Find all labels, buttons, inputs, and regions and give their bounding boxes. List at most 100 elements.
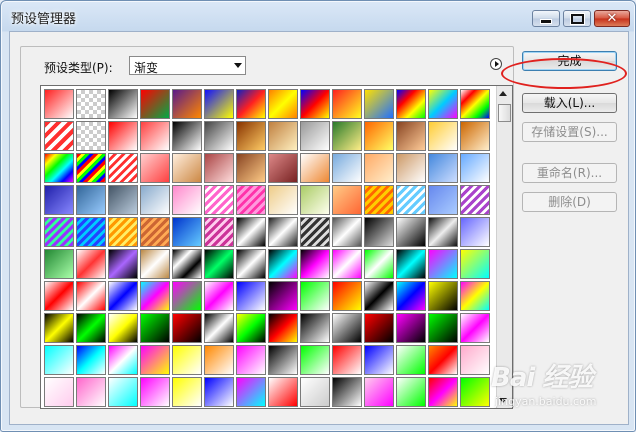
gradient-swatch[interactable] — [268, 217, 298, 247]
gradient-swatch[interactable] — [364, 377, 394, 407]
gradient-swatch[interactable] — [332, 217, 362, 247]
gradient-swatch[interactable] — [172, 153, 202, 183]
gradient-swatch[interactable] — [428, 281, 458, 311]
gradient-swatch[interactable] — [460, 249, 490, 279]
gradient-swatch[interactable] — [364, 281, 394, 311]
gradient-swatch[interactable] — [108, 281, 138, 311]
save-settings-button[interactable]: 存储设置(S)... — [522, 122, 617, 142]
gradient-swatch[interactable] — [236, 89, 266, 119]
gradient-swatch[interactable] — [460, 345, 490, 375]
gradient-swatch[interactable] — [76, 89, 106, 119]
gradient-swatch[interactable] — [460, 121, 490, 151]
gradient-swatch[interactable] — [428, 377, 458, 407]
flyout-menu-icon[interactable] — [490, 58, 502, 70]
gradient-swatch[interactable] — [76, 249, 106, 279]
gradient-swatch[interactable] — [300, 281, 330, 311]
gradient-swatch[interactable] — [364, 249, 394, 279]
gradient-swatch[interactable] — [300, 153, 330, 183]
gradient-swatch[interactable] — [300, 217, 330, 247]
gradient-swatch[interactable] — [268, 377, 298, 407]
gradient-swatch[interactable] — [204, 345, 234, 375]
gradient-preset-grid[interactable] — [40, 85, 513, 409]
gradient-swatch[interactable] — [172, 249, 202, 279]
title-bar[interactable]: 预设管理器 ✕ — [1, 1, 635, 31]
gradient-swatch[interactable] — [460, 89, 490, 119]
gradient-swatch[interactable] — [332, 281, 362, 311]
gradient-swatch[interactable] — [172, 217, 202, 247]
gradient-swatch[interactable] — [332, 345, 362, 375]
scrollbar-thumb[interactable] — [498, 104, 511, 122]
gradient-swatch[interactable] — [76, 185, 106, 215]
gradient-swatch[interactable] — [204, 217, 234, 247]
gradient-swatch[interactable] — [172, 313, 202, 343]
gradient-swatch[interactable] — [268, 249, 298, 279]
gradient-swatch[interactable] — [236, 217, 266, 247]
gradient-swatch[interactable] — [140, 153, 170, 183]
gradient-swatch[interactable] — [108, 217, 138, 247]
gradient-swatch[interactable] — [172, 377, 202, 407]
gradient-swatch[interactable] — [236, 313, 266, 343]
gradient-swatch[interactable] — [332, 249, 362, 279]
gradient-swatch[interactable] — [204, 249, 234, 279]
gradient-swatch[interactable] — [140, 217, 170, 247]
gradient-swatch[interactable] — [396, 281, 426, 311]
gradient-swatch[interactable] — [140, 377, 170, 407]
gradient-swatch[interactable] — [76, 153, 106, 183]
gradient-swatch[interactable] — [396, 249, 426, 279]
gradient-swatch[interactable] — [140, 281, 170, 311]
preset-type-select[interactable]: 渐变 — [129, 56, 246, 75]
gradient-swatch[interactable] — [236, 377, 266, 407]
gradient-swatch[interactable] — [44, 313, 74, 343]
gradient-swatch[interactable] — [396, 313, 426, 343]
gradient-swatch[interactable] — [140, 249, 170, 279]
gradient-swatch[interactable] — [140, 313, 170, 343]
gradient-swatch[interactable] — [428, 185, 458, 215]
gradient-swatch[interactable] — [364, 345, 394, 375]
gradient-swatch[interactable] — [44, 217, 74, 247]
gradient-swatch[interactable] — [76, 281, 106, 311]
gradient-swatch[interactable] — [204, 377, 234, 407]
gradient-swatch[interactable] — [44, 153, 74, 183]
gradient-swatch[interactable] — [236, 121, 266, 151]
gradient-swatch[interactable] — [108, 313, 138, 343]
gradient-swatch[interactable] — [300, 345, 330, 375]
gradient-swatch[interactable] — [236, 185, 266, 215]
gradient-swatch[interactable] — [204, 185, 234, 215]
gradient-swatch[interactable] — [428, 89, 458, 119]
gradient-swatch[interactable] — [428, 249, 458, 279]
gradient-swatch[interactable] — [428, 121, 458, 151]
gradient-swatch[interactable] — [332, 153, 362, 183]
gradient-swatch[interactable] — [460, 281, 490, 311]
gradient-swatch[interactable] — [236, 281, 266, 311]
gradient-swatch[interactable] — [44, 249, 74, 279]
gradient-swatch[interactable] — [44, 377, 74, 407]
gradient-swatch[interactable] — [76, 345, 106, 375]
gradient-swatch[interactable] — [300, 313, 330, 343]
gradient-swatch[interactable] — [44, 89, 74, 119]
gradient-swatch[interactable] — [140, 121, 170, 151]
gradient-swatch[interactable] — [300, 121, 330, 151]
gradient-swatch[interactable] — [44, 345, 74, 375]
gradient-swatch[interactable] — [44, 185, 74, 215]
gradient-swatch[interactable] — [396, 89, 426, 119]
gradient-swatch[interactable] — [364, 89, 394, 119]
gradient-swatch[interactable] — [460, 313, 490, 343]
gradient-swatch[interactable] — [268, 345, 298, 375]
gradient-swatch[interactable] — [236, 249, 266, 279]
gradient-swatch[interactable] — [204, 89, 234, 119]
gradient-swatch[interactable] — [460, 185, 490, 215]
gradient-swatch[interactable] — [460, 217, 490, 247]
gradient-swatch[interactable] — [108, 89, 138, 119]
gradient-swatch[interactable] — [396, 345, 426, 375]
gradient-swatch[interactable] — [108, 153, 138, 183]
load-button[interactable]: 载入(L)... — [522, 93, 617, 113]
delete-button[interactable]: 删除(D) — [522, 192, 617, 212]
gradient-swatch[interactable] — [76, 121, 106, 151]
gradient-swatch[interactable] — [172, 345, 202, 375]
gradient-swatch[interactable] — [268, 281, 298, 311]
gradient-swatch[interactable] — [332, 89, 362, 119]
gradient-swatch[interactable] — [364, 153, 394, 183]
gradient-swatch[interactable] — [172, 89, 202, 119]
gradient-swatch[interactable] — [396, 153, 426, 183]
gradient-swatch[interactable] — [364, 121, 394, 151]
